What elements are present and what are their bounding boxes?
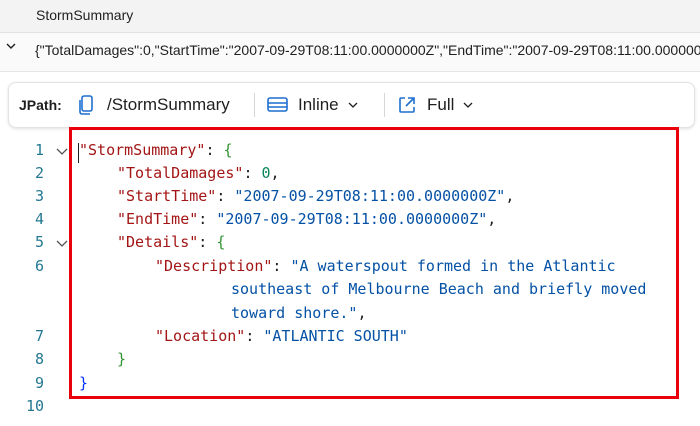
line-number: 7 bbox=[34, 327, 44, 345]
code-line-2: "TotalDamages": 0, bbox=[117, 164, 280, 182]
column-title: StormSummary bbox=[36, 7, 134, 23]
fold-chevron-icon[interactable] bbox=[55, 237, 69, 251]
line-number: 9 bbox=[34, 374, 44, 392]
view-mode-dropdown[interactable]: Inline bbox=[267, 83, 359, 127]
json-editor[interactable]: 1 2 3 4 5 6 7 8 9 10 "StormSummary": { "… bbox=[0, 136, 700, 426]
code-line-4: "EndTime": "2007-09-29T08:11:00.0000000Z… bbox=[117, 210, 497, 228]
expand-mode-dropdown[interactable]: Full bbox=[397, 83, 474, 127]
chevron-down-icon bbox=[348, 102, 358, 108]
toolbar-divider bbox=[384, 93, 385, 117]
expand-icon bbox=[399, 97, 415, 113]
column-header[interactable]: StormSummary bbox=[0, 0, 700, 33]
copy-icon bbox=[79, 95, 93, 115]
code-line-9: } bbox=[79, 374, 89, 392]
expand-mode-label: Full bbox=[427, 95, 455, 114]
code-line-1: "StormSummary": { bbox=[79, 141, 233, 159]
chevron-down-icon[interactable] bbox=[4, 39, 18, 53]
jpath-label: JPath: bbox=[19, 97, 62, 113]
code-line-6-wrap: toward shore.", bbox=[231, 304, 367, 322]
code-line-8: } bbox=[117, 350, 127, 368]
line-number: 10 bbox=[25, 397, 44, 415]
code-line-7: "Location": "ATLANTIC SOUTH" bbox=[155, 327, 408, 345]
jpath-label-container: JPath: bbox=[19, 83, 62, 127]
code-line-6-wrap: southeast of Melbourne Beach and briefly… bbox=[231, 280, 647, 298]
json-viewer-toolbar: JPath: /StormSummary Inline Full bbox=[8, 82, 695, 128]
line-number: 3 bbox=[34, 187, 44, 205]
line-number: 4 bbox=[34, 210, 44, 228]
copy-path-button[interactable] bbox=[77, 83, 97, 127]
jpath-value-container: /StormSummary bbox=[107, 83, 230, 127]
line-number: 8 bbox=[34, 350, 44, 368]
fold-chevron-icon[interactable] bbox=[55, 145, 69, 159]
code-line-6: "Description": "A waterspout formed in t… bbox=[155, 257, 616, 275]
toolbar-divider bbox=[254, 93, 255, 117]
jpath-value: /StormSummary bbox=[107, 95, 230, 114]
line-number: 6 bbox=[34, 257, 44, 275]
code-line-3: "StartTime": "2007-09-29T08:11:00.000000… bbox=[117, 187, 515, 205]
raw-value-row[interactable]: {"TotalDamages":0,"StartTime":"2007-09-2… bbox=[0, 33, 700, 72]
code-line-5: "Details": { bbox=[117, 233, 226, 251]
inline-view-icon bbox=[267, 97, 288, 112]
chevron-down-icon bbox=[463, 102, 473, 108]
line-number: 2 bbox=[34, 164, 44, 182]
view-mode-label: Inline bbox=[298, 95, 339, 114]
raw-json-value: {"TotalDamages":0,"StartTime":"2007-09-2… bbox=[35, 42, 700, 58]
line-number: 5 bbox=[34, 233, 44, 251]
line-number: 1 bbox=[34, 141, 44, 159]
